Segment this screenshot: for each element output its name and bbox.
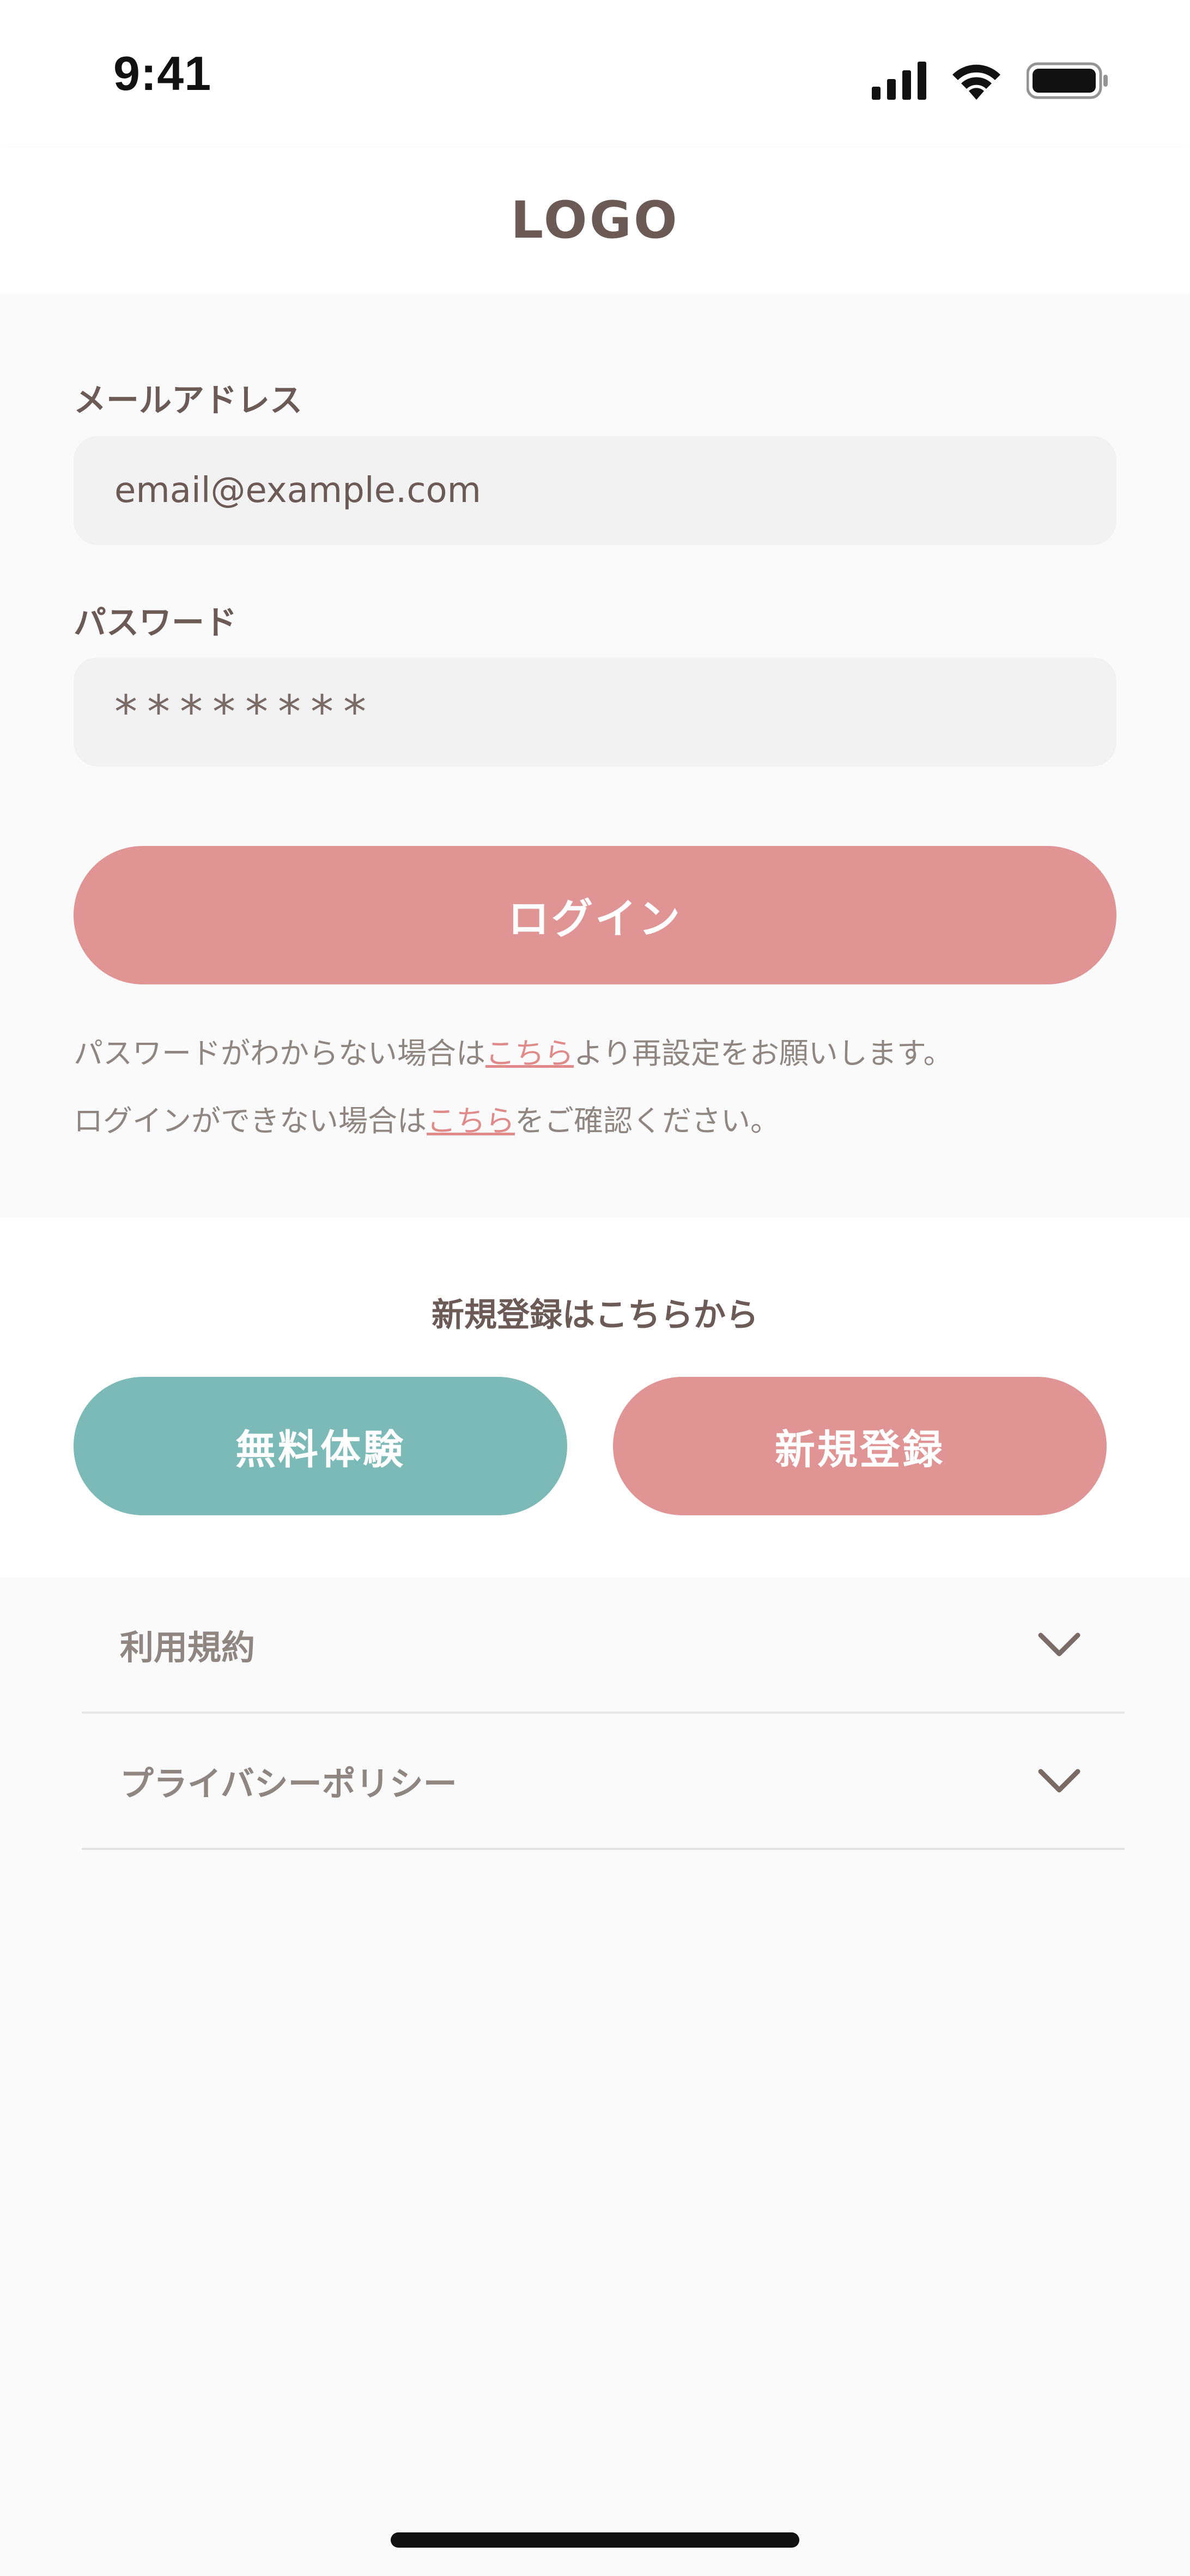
- email-label: メールアドレス: [74, 382, 302, 420]
- accordion-label: 利用規約: [120, 1628, 256, 1667]
- cannot-login-text-after: をご確認ください。: [515, 1104, 780, 1138]
- forgot-password-link[interactable]: こちら: [485, 1036, 574, 1071]
- email-field-value: email@example.com: [114, 470, 481, 511]
- accordion-label: プライバシーポリシー: [120, 1764, 457, 1804]
- battery-icon: [1026, 62, 1108, 102]
- password-label: パスワード: [74, 604, 237, 642]
- cannot-login-link[interactable]: こちら: [427, 1104, 515, 1138]
- status-icons: [872, 60, 1108, 104]
- signup-button[interactable]: 新規登録: [613, 1377, 1107, 1515]
- free-trial-button[interactable]: 無料体験: [74, 1377, 567, 1515]
- app-header: LOGO: [0, 147, 1190, 293]
- cannot-login-text: ログインができない場合はこちらをご確認ください。: [74, 1097, 780, 1140]
- login-form: メールアドレス email@example.com パスワード ********…: [0, 293, 1190, 1220]
- email-field[interactable]: email@example.com: [74, 436, 1116, 545]
- cellular-signal-icon: [872, 62, 926, 102]
- register-heading: 新規登録はこちらから: [432, 1296, 758, 1334]
- forgot-password-text-after: より再設定をお願いします。: [574, 1036, 953, 1071]
- login-button[interactable]: ログイン: [74, 846, 1116, 984]
- password-field-value: ********: [114, 685, 376, 739]
- wifi-icon: [950, 62, 1003, 102]
- register-section: 新規登録はこちらから 無料体験 新規登録: [0, 1218, 1190, 1577]
- cannot-login-text-before: ログインができない場合は: [74, 1104, 427, 1138]
- password-field[interactable]: ********: [74, 657, 1116, 766]
- status-time: 9:41: [113, 46, 212, 100]
- accordion-terms-of-service[interactable]: 利用規約: [82, 1577, 1125, 1714]
- logo: LOGO: [511, 190, 679, 250]
- chevron-down-icon: [1037, 1767, 1081, 1794]
- chevron-down-icon: [1037, 1631, 1081, 1658]
- forgot-password-text: パスワードがわからない場合はこちらより再設定をお願いします。: [74, 1029, 953, 1072]
- policy-section: 利用規約 プライバシーポリシー: [0, 1577, 1190, 2576]
- accordion-privacy-policy[interactable]: プライバシーポリシー: [82, 1714, 1125, 1850]
- status-bar: 9:41: [0, 0, 1190, 147]
- home-indicator[interactable]: [391, 2532, 799, 2548]
- forgot-password-text-before: パスワードがわからない場合は: [74, 1036, 485, 1071]
